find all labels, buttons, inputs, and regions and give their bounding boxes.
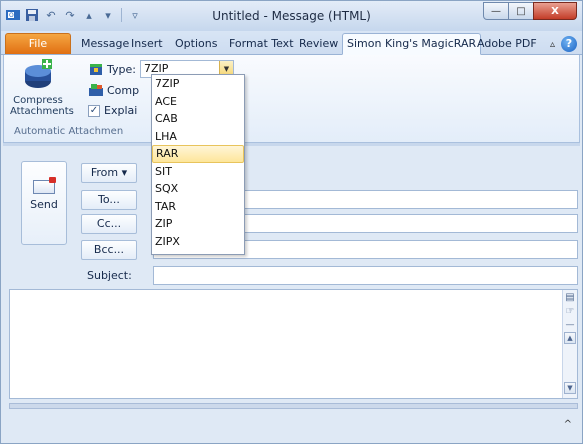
subject-label: Subject: xyxy=(87,269,132,282)
type-option-7zip[interactable]: 7ZIP xyxy=(152,75,244,93)
scroll-up-arrow[interactable]: ▲ xyxy=(564,332,576,344)
minimize-button[interactable]: — xyxy=(483,2,509,20)
explain-checkbox[interactable]: ✓ xyxy=(88,104,100,117)
tab-insert[interactable]: Insert xyxy=(127,34,167,54)
message-body[interactable]: ▤ ☞ — ▲ ▼ xyxy=(9,289,578,399)
ribbon-tabs: File Message Insert Options Format Text … xyxy=(1,31,582,55)
compression-label[interactable]: Comp xyxy=(107,84,139,97)
type-option-rar[interactable]: RAR xyxy=(152,145,244,163)
compression-row: Comp xyxy=(88,82,139,98)
type-option-zip[interactable]: ZIP xyxy=(152,215,244,233)
ruler-icon[interactable]: ▤ xyxy=(564,291,577,304)
archive-type-icon xyxy=(88,61,104,77)
type-option-sqx[interactable]: SQX xyxy=(152,180,244,198)
cc-button[interactable]: Cc... xyxy=(81,214,137,234)
type-option-tar[interactable]: TAR xyxy=(152,198,244,216)
expand-people-pane-icon[interactable]: ^ xyxy=(564,419,572,430)
send-label: Send xyxy=(30,198,58,211)
compress-icon xyxy=(22,59,54,91)
type-option-cab[interactable]: CAB xyxy=(152,110,244,128)
type-option-zipx[interactable]: ZIPX xyxy=(152,233,244,251)
dash-icon: — xyxy=(565,320,575,330)
subject-field[interactable] xyxy=(153,266,578,285)
ribbon-panel: Compress Attachments Type: 7ZIP ▼ Comp ✓… xyxy=(3,55,580,143)
vertical-scrollbar[interactable]: ▤ ☞ — ▲ ▼ xyxy=(562,290,577,398)
send-button[interactable]: Send xyxy=(21,161,67,245)
explain-label[interactable]: Explai xyxy=(104,104,137,117)
hand-icon[interactable]: ☞ xyxy=(564,305,577,318)
compression-icon xyxy=(88,82,104,98)
outlook-message-window: O ↶ ↷ ▴ ▾ ▿ Untitled - Message (HTML) — … xyxy=(0,0,583,444)
maximize-button[interactable]: □ xyxy=(508,2,534,20)
type-option-ace[interactable]: ACE xyxy=(152,93,244,111)
to-button[interactable]: To... xyxy=(81,190,137,210)
status-bar: ^ xyxy=(1,411,582,443)
compress-attachments-button[interactable]: Compress Attachments xyxy=(10,59,74,117)
people-pane-splitter[interactable] xyxy=(9,403,578,409)
tab-magicrar[interactable]: Simon King's MagicRAR xyxy=(342,33,482,55)
close-button[interactable]: X xyxy=(533,2,577,20)
group-label: Automatic Attachmen xyxy=(14,126,124,137)
tab-message[interactable]: Message xyxy=(77,34,133,54)
type-option-lha[interactable]: LHA xyxy=(152,128,244,146)
tab-file[interactable]: File xyxy=(5,33,71,54)
help-icon[interactable]: ? xyxy=(561,36,577,52)
scroll-down-arrow[interactable]: ▼ xyxy=(564,382,576,394)
bcc-button[interactable]: Bcc... xyxy=(81,240,137,260)
ribbon-bottom-border xyxy=(3,143,580,146)
minimize-ribbon-icon[interactable]: ▵ xyxy=(550,39,555,50)
window-controls: — □ X xyxy=(483,2,577,20)
tab-options[interactable]: Options xyxy=(171,34,221,54)
tab-adobe-pdf[interactable]: Adobe PDF xyxy=(473,34,541,54)
type-label: Type: xyxy=(107,62,136,76)
explain-row: ✓ Explai xyxy=(88,104,137,117)
tab-review[interactable]: Review xyxy=(295,34,342,54)
send-envelope-icon xyxy=(33,177,56,194)
title-bar: O ↶ ↷ ▴ ▾ ▿ Untitled - Message (HTML) — … xyxy=(1,1,582,31)
ribbon-right-controls: ▵ ? xyxy=(550,36,577,52)
type-dropdown-list: 7ZIP ACE CAB LHA RAR SIT SQX TAR ZIP ZIP… xyxy=(151,74,245,255)
tab-format-text[interactable]: Format Text xyxy=(225,34,298,54)
compress-label-line1: Compress xyxy=(13,95,63,106)
from-button[interactable]: From ▾ xyxy=(81,163,137,183)
compress-label-line2: Attachments xyxy=(10,106,74,117)
type-option-sit[interactable]: SIT xyxy=(152,163,244,181)
